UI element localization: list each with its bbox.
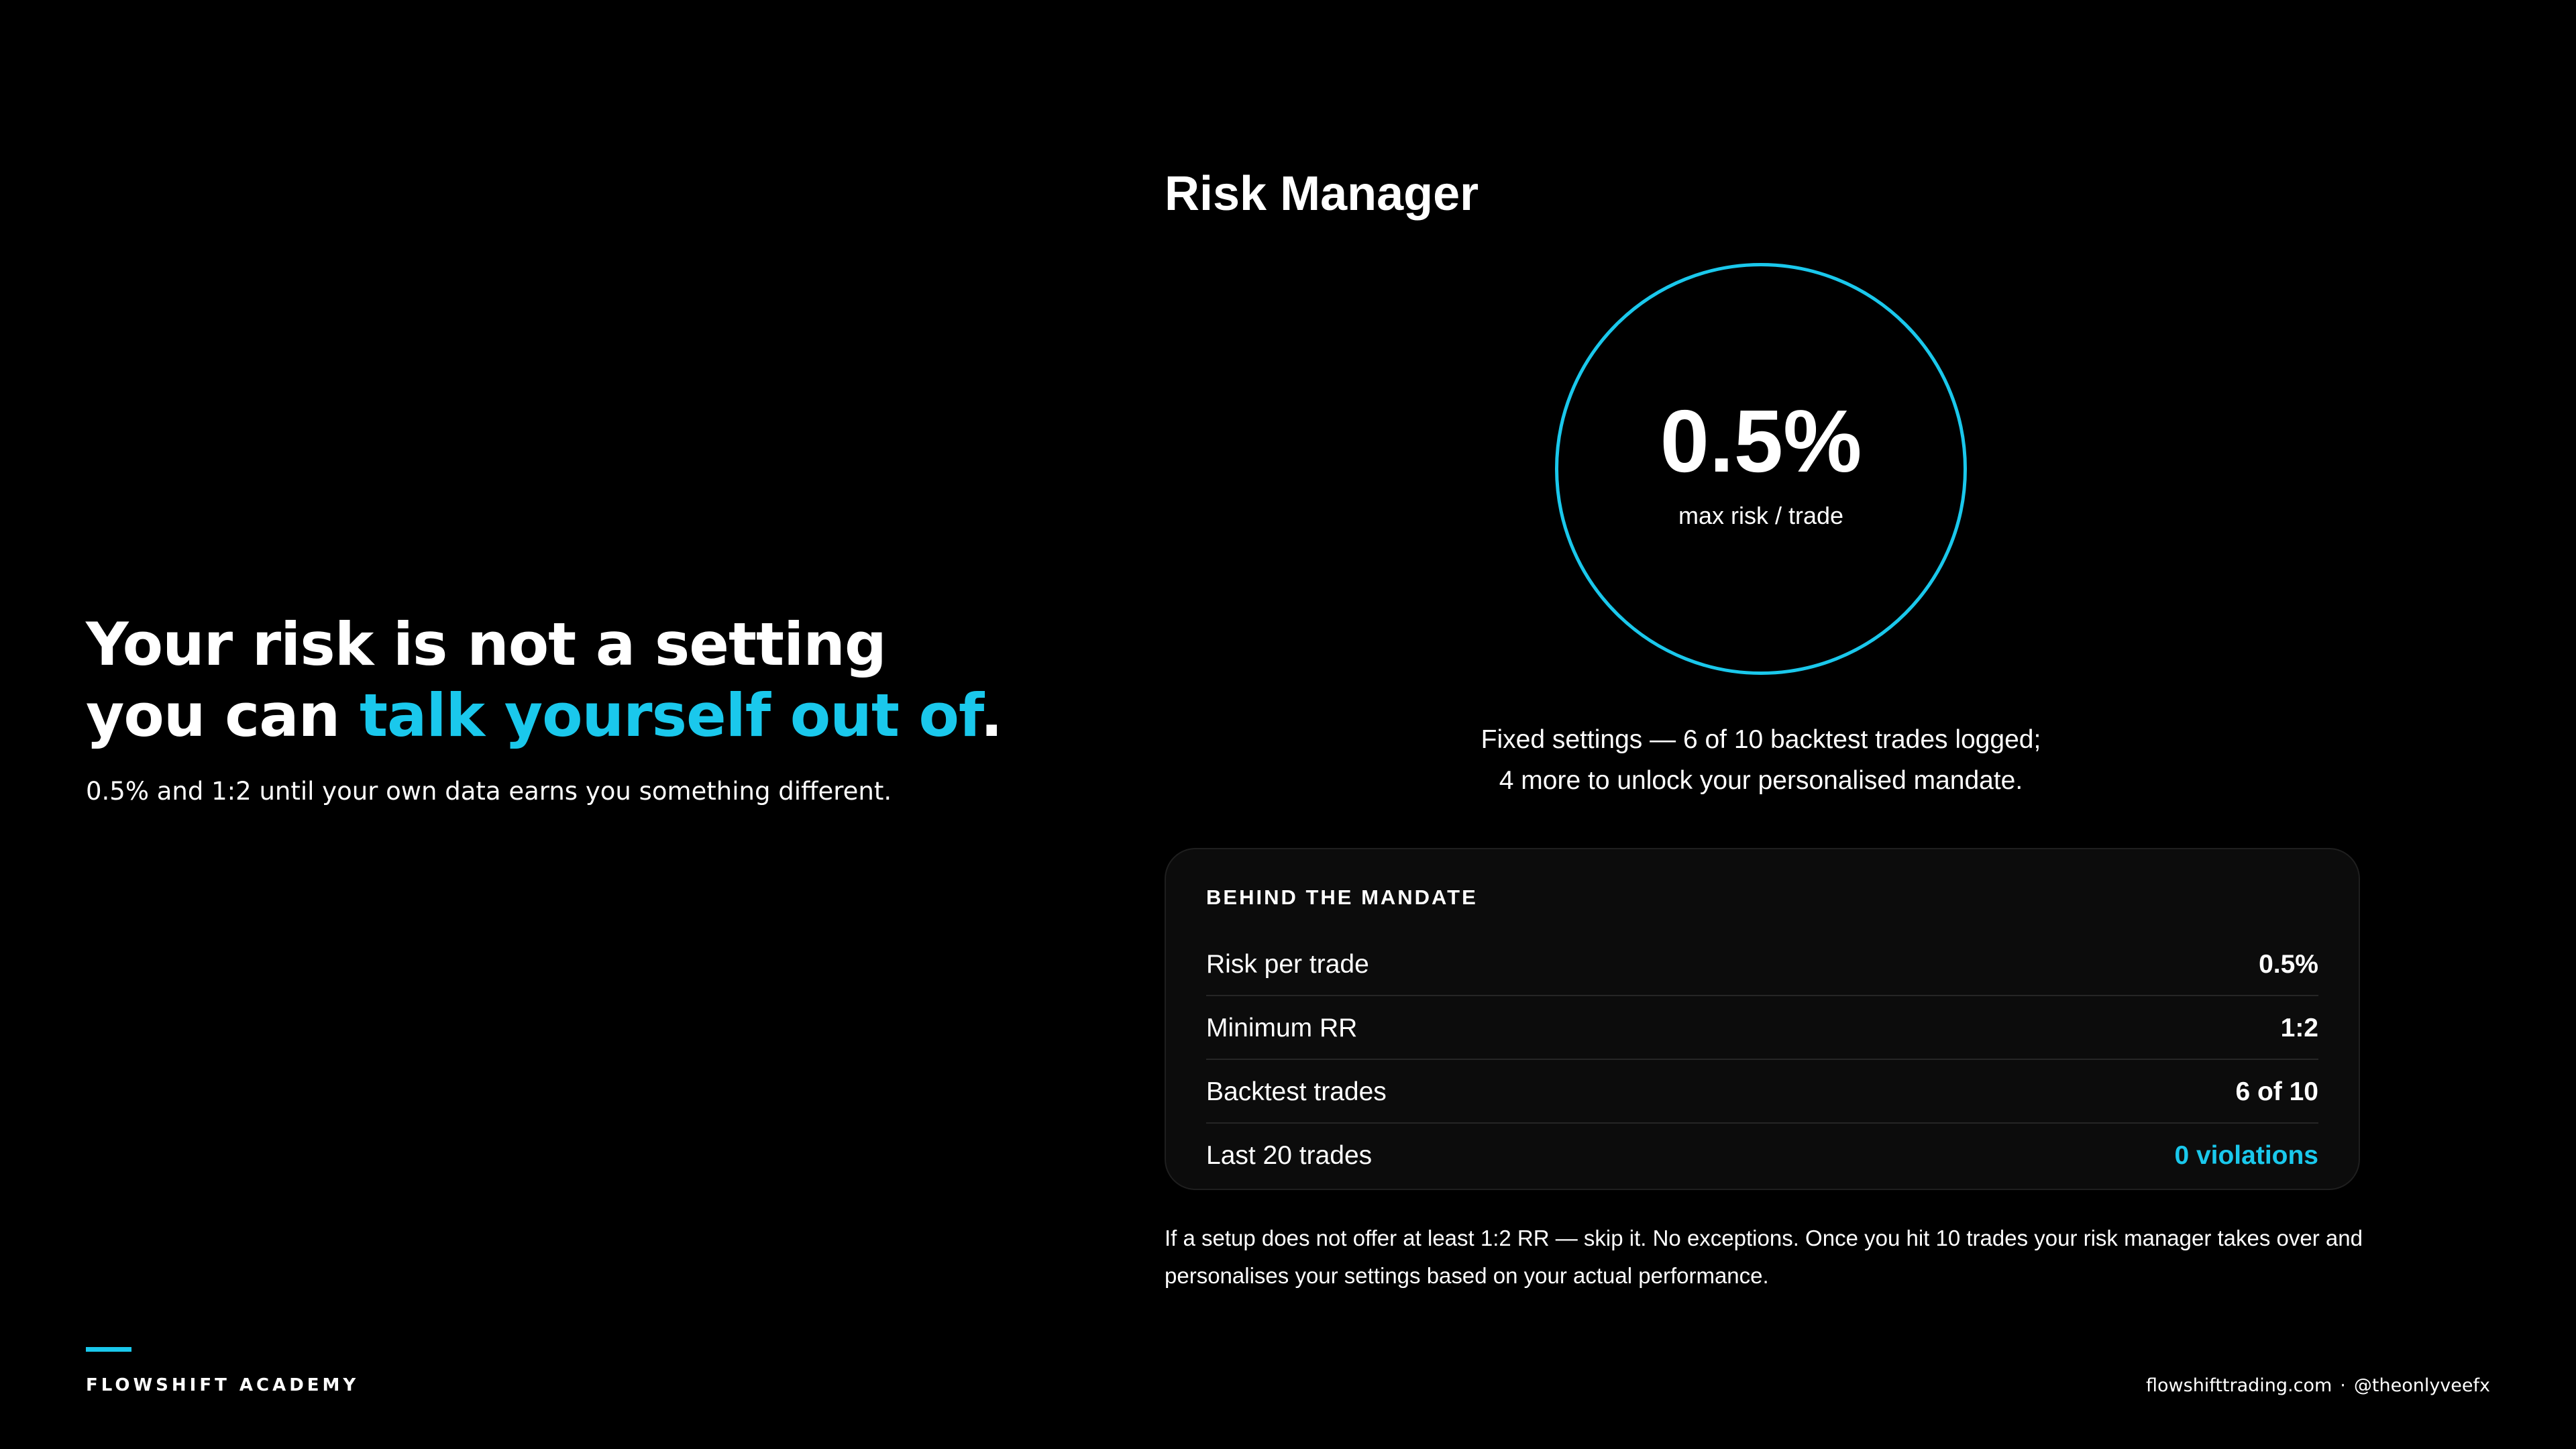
mandate-row-value: 0.5% [2259,950,2318,979]
violations-value: 0 violations [2174,1141,2318,1170]
website-link[interactable]: flowshifttrading.com [2146,1375,2332,1396]
mandate-status-note: Fixed settings — 6 of 10 backtest trades… [1481,725,2041,795]
mandate-row-label: Minimum RR [1206,1014,1358,1042]
headline-line-2: you can talk yourself out of. [86,680,1132,751]
headline-accent-text: talk yourself out of [359,681,981,750]
max-risk-label: max risk / trade [1678,502,1844,529]
hero-subline: 0.5% and 1:2 until your own data earns y… [86,777,892,806]
headline-line-2-suffix: . [980,681,1002,750]
mandate-row-value: 6 of 10 [2235,1077,2318,1106]
brand-accent-bar [86,1347,131,1352]
brand-name: FLOWSHIFT ACADEMY [86,1375,360,1395]
mandate-row-backtest-trades: Backtest trades 6 of 10 [1206,1060,2318,1124]
mandate-row-label: Last 20 trades [1206,1141,1373,1170]
mandate-row-label: Backtest trades [1206,1077,1387,1106]
max-risk-gauge: 0.5% max risk / trade [1555,263,1967,675]
social-handle[interactable]: @theonlyveefx [2354,1375,2490,1396]
risk-manager-title: Risk Manager [1165,167,1479,221]
mandate-row-last-20-trades: Last 20 trades 0 violations [1206,1124,2318,1187]
rr-rule-note: If a setup does not offer at least 1:2 R… [1165,1226,2363,1288]
mandate-row-label: Risk per trade [1206,950,1369,979]
max-risk-value: 0.5% [1660,392,1862,490]
footer-separator: · [2340,1375,2346,1396]
headline-line-2-prefix: you can [86,681,360,750]
footer-links: flowshifttrading.com · @theonlyveefx [2146,1375,2490,1396]
mandate-card: BEHIND THE MANDATE Risk per trade 0.5% M… [1165,848,2360,1190]
hero-headline: Your risk is not a setting you can talk … [86,609,1132,751]
mandate-card-heading: BEHIND THE MANDATE [1206,885,1478,909]
mandate-row-risk-per-trade: Risk per trade 0.5% [1206,932,2318,996]
mandate-row-minimum-rr: Minimum RR 1:2 [1206,996,2318,1060]
headline-line-1: Your risk is not a setting [86,610,887,679]
mandate-row-value: 1:2 [2280,1014,2318,1042]
